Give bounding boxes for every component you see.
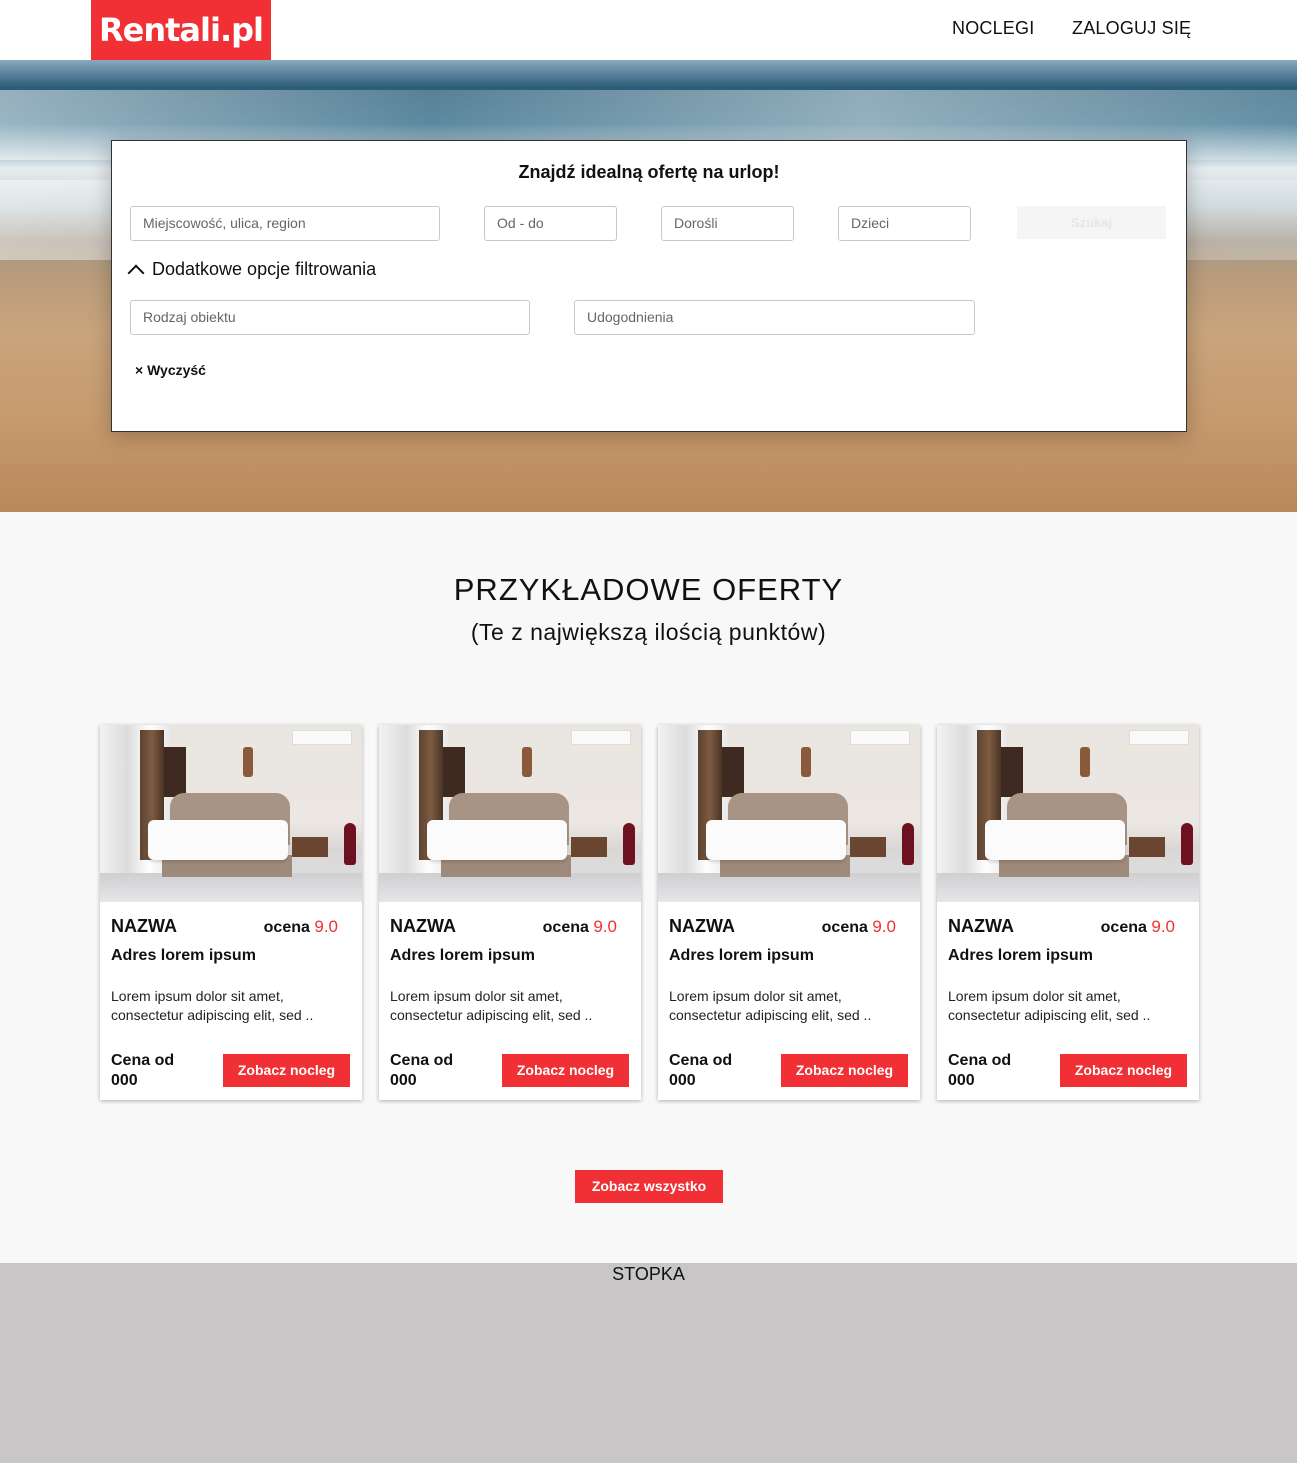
chevron-up-icon xyxy=(127,264,145,281)
location-input[interactable]: Miejscowość, ulica, region xyxy=(130,206,440,241)
search-button[interactable]: Szukaj xyxy=(1017,206,1166,239)
property-type-select[interactable]: Rodzaj obiektu xyxy=(130,300,530,335)
offer-price: Cena od 000 xyxy=(669,1052,733,1089)
offer-card: NAZWA ocena 9.0 Adres lorem ipsum Lorem … xyxy=(658,725,920,1100)
offer-name: NAZWA xyxy=(948,916,1014,936)
offer-price: Cena od 000 xyxy=(111,1052,175,1089)
offer-name: NAZWA xyxy=(669,916,735,936)
clear-button[interactable]: × Wyczyść xyxy=(135,362,206,378)
nav-noclegi[interactable]: NOCLEGI xyxy=(952,18,1034,39)
offer-description: Lorem ipsum dolor sit amet, consectetur … xyxy=(111,988,314,1023)
offer-description: Lorem ipsum dolor sit amet, consectetur … xyxy=(390,988,593,1023)
adults-input[interactable]: Dorośli xyxy=(661,206,794,241)
footer xyxy=(0,1263,1297,1463)
amenities-select[interactable]: Udogodnienia xyxy=(574,300,975,335)
offer-photo[interactable] xyxy=(100,725,362,902)
dates-input[interactable]: Od - do xyxy=(484,206,617,241)
site-header: Rentali.pl NOCLEGI ZALOGUJ SIĘ xyxy=(0,0,1297,60)
see-offer-button[interactable]: Zobacz nocleg xyxy=(223,1054,350,1087)
page-scrollbar-area xyxy=(1297,0,1309,1463)
offer-rating: ocena 9.0 xyxy=(1100,917,1175,936)
see-offer-button[interactable]: Zobacz nocleg xyxy=(781,1054,908,1087)
offer-card: NAZWA ocena 9.0 Adres lorem ipsum Lorem … xyxy=(379,725,641,1100)
offer-photo[interactable] xyxy=(658,725,920,902)
offer-rating: ocena 9.0 xyxy=(821,917,896,936)
section-title: PRZYKŁADOWE OFERTY xyxy=(453,572,844,607)
offer-description: Lorem ipsum dolor sit amet, consectetur … xyxy=(948,988,1151,1023)
offer-name: NAZWA xyxy=(390,916,456,936)
see-offer-button[interactable]: Zobacz nocleg xyxy=(1060,1054,1187,1087)
offer-address: Adres lorem ipsum xyxy=(669,947,814,964)
more-filters-toggle[interactable]: Dodatkowe opcje filtrowania xyxy=(127,259,377,281)
offer-description: Lorem ipsum dolor sit amet, consectetur … xyxy=(669,988,872,1023)
children-input[interactable]: Dzieci xyxy=(838,206,971,241)
offer-price: Cena od 000 xyxy=(390,1052,454,1089)
offer-rating: ocena 9.0 xyxy=(263,917,338,936)
see-all-button[interactable]: Zobacz wszystko xyxy=(575,1170,723,1203)
footer-label: STOPKA xyxy=(612,1264,685,1284)
nav-login[interactable]: ZALOGUJ SIĘ xyxy=(1072,18,1191,39)
more-filters-label: Dodatkowe opcje filtrowania xyxy=(152,259,377,279)
section-subtitle: (Te z największą ilością punktów) xyxy=(470,619,827,645)
offer-price: Cena od 000 xyxy=(948,1052,1012,1089)
offer-card: NAZWA ocena 9.0 Adres lorem ipsum Lorem … xyxy=(937,725,1199,1100)
offer-address: Adres lorem ipsum xyxy=(948,947,1093,964)
see-offer-button[interactable]: Zobacz nocleg xyxy=(502,1054,629,1087)
offer-photo[interactable] xyxy=(937,725,1199,902)
site-logo[interactable]: Rentali.pl xyxy=(91,0,271,60)
offer-address: Adres lorem ipsum xyxy=(390,947,535,964)
offer-card: NAZWA ocena 9.0 Adres lorem ipsum Lorem … xyxy=(100,725,362,1100)
offer-rating: ocena 9.0 xyxy=(542,917,617,936)
offer-address: Adres lorem ipsum xyxy=(111,947,256,964)
offer-photo[interactable] xyxy=(379,725,641,902)
offer-name: NAZWA xyxy=(111,916,177,936)
search-title: Znajdź idealną ofertę na urlop! xyxy=(518,162,780,182)
search-panel: Znajdź idealną ofertę na urlop! Miejscow… xyxy=(111,140,1187,432)
